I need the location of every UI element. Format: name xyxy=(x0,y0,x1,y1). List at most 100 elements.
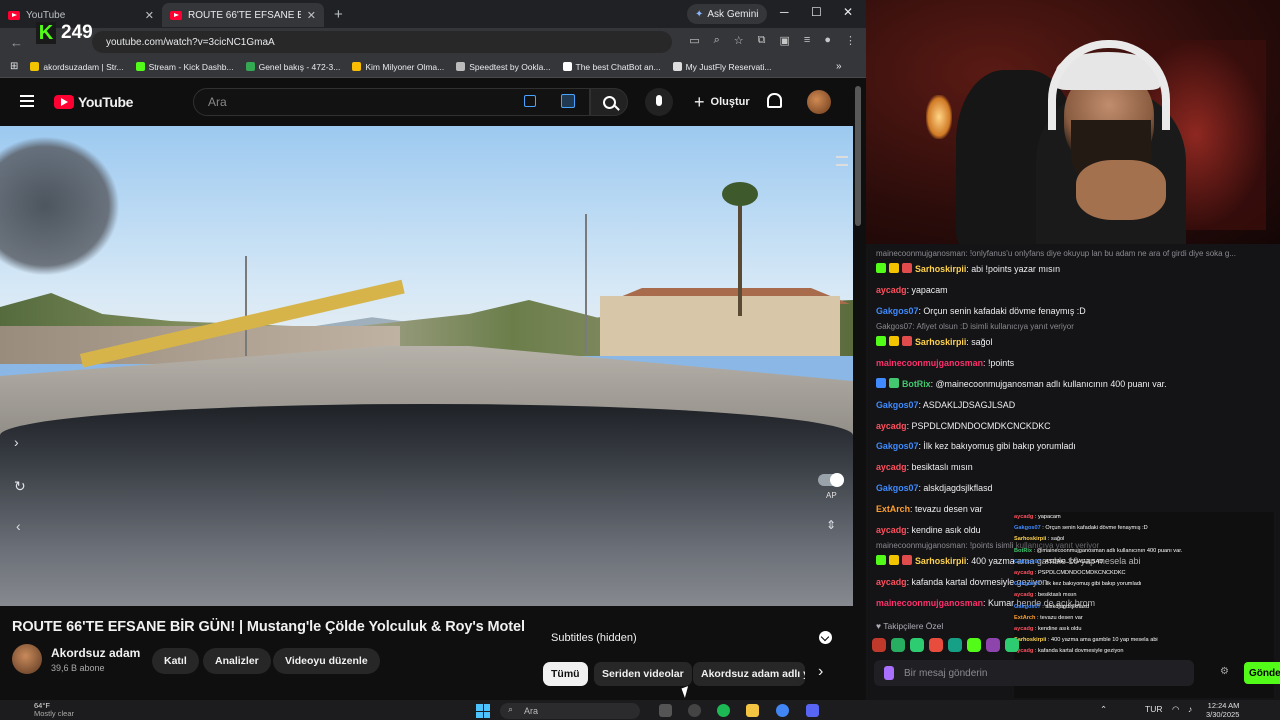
emote-icon[interactable] xyxy=(891,638,905,652)
emote-icon[interactable] xyxy=(910,638,924,652)
chat-username[interactable]: Gakgos07 xyxy=(876,441,918,451)
join-button[interactable]: Katıl xyxy=(152,648,199,674)
bookmark-item[interactable]: Speedtest by Ookla... xyxy=(456,62,551,72)
windows-start-icon[interactable] xyxy=(476,704,490,718)
previous-arrow-icon[interactable]: › xyxy=(14,434,19,450)
translate-icon[interactable] xyxy=(524,95,536,107)
emote-icon[interactable] xyxy=(929,638,943,652)
hamburger-menu-icon[interactable] xyxy=(20,95,34,107)
minimize-icon[interactable]: ─ xyxy=(780,5,789,19)
chat-username[interactable]: BotRix xyxy=(902,379,931,389)
chat-username[interactable]: aycadg xyxy=(876,462,907,472)
subtitles-dropdown[interactable]: Subtitles (hidden) xyxy=(545,626,838,650)
create-button[interactable]: + Oluştur xyxy=(684,88,760,116)
downloads-icon[interactable]: ≡ xyxy=(804,34,810,47)
overlay-chat-line: BotRix : @mainecoonmujganosman adlı kull… xyxy=(1014,546,1274,557)
discord-icon[interactable] xyxy=(806,704,819,717)
taskbar-search-input[interactable]: ⌕ Ara xyxy=(500,703,640,719)
input-language[interactable]: TUR xyxy=(1145,704,1162,714)
tab-video[interactable]: ROUTE 66'TE EFSANE BİR GÜN ✕ xyxy=(162,3,324,27)
wifi-icon[interactable]: ◠ xyxy=(1172,704,1179,715)
emote-icon[interactable] xyxy=(967,638,981,652)
chip-channel[interactable]: Akordsuz adam adlı y xyxy=(693,662,805,686)
maximize-icon[interactable]: ☐ xyxy=(811,5,822,19)
spotify-icon[interactable] xyxy=(717,704,730,717)
chat-username[interactable]: aycadg xyxy=(876,525,907,535)
kebab-menu-icon[interactable]: ⋮ xyxy=(845,34,856,47)
extensions-icon[interactable]: ⧉ xyxy=(758,34,766,47)
chat-username[interactable]: ExtArch xyxy=(876,504,910,514)
chat-username[interactable]: aycadg xyxy=(876,285,907,295)
chat-username[interactable]: mainecoonmujganosman xyxy=(876,358,983,368)
volume-icon[interactable]: ♪ xyxy=(1188,704,1192,714)
settings-gear-icon[interactable]: ⚙ xyxy=(1220,666,1229,677)
system-clock[interactable]: 12:24 AM 3/30/2025 xyxy=(1206,701,1239,719)
bookmark-item[interactable]: The best ChatBot an... xyxy=(562,62,661,72)
analytics-button[interactable]: Analizler xyxy=(203,648,271,674)
cast-icon[interactable]: ▭ xyxy=(689,34,699,47)
notifications-bell-icon[interactable] xyxy=(767,93,782,108)
edit-video-button[interactable]: Videoyu düzenle xyxy=(273,648,380,674)
youtube-logo[interactable]: YouTube xyxy=(54,94,133,110)
sidepanel-icon[interactable]: ▣ xyxy=(780,34,790,47)
ask-gemini-button[interactable]: ✦ Ask Gemini xyxy=(687,4,767,24)
player-menu-icon[interactable] xyxy=(836,156,848,166)
page-scrollbar[interactable] xyxy=(855,86,861,226)
chat-message-input[interactable]: Bir mesaj gönderin xyxy=(874,660,1194,686)
chat-username[interactable]: Gakgos07 xyxy=(876,483,918,493)
expand-icon[interactable]: ⇕ xyxy=(826,518,836,532)
obs-icon[interactable] xyxy=(688,704,701,717)
chrome-icon[interactable] xyxy=(776,704,789,717)
overlay-chat-line: Sarhoskirpii : 400 yazma ama gamble 10 y… xyxy=(1014,635,1274,646)
chat-username[interactable]: aycadg xyxy=(876,421,907,431)
autoplay-toggle[interactable] xyxy=(818,473,844,487)
weather-widget[interactable]: 64°F Mostly clear xyxy=(34,702,74,718)
replay-icon[interactable]: ↻ xyxy=(14,478,26,495)
chat-badge-icon xyxy=(889,555,899,566)
chat-username[interactable]: mainecoonmujganosman xyxy=(876,598,983,608)
keyboard-icon[interactable] xyxy=(561,94,575,108)
bookmark-item[interactable]: Kim Milyoner Olma... xyxy=(352,62,444,72)
chat-username[interactable]: Sarhoskirpii xyxy=(915,556,966,566)
bookmark-item[interactable]: Genel bakış - 472-3... xyxy=(245,62,340,72)
bookmarks-overflow-icon[interactable]: » xyxy=(836,61,842,72)
bookmark-item[interactable]: My JustFly Reservati... xyxy=(672,62,772,72)
zoom-icon[interactable]: ⌕ xyxy=(714,34,720,47)
send-button[interactable]: Gönder xyxy=(1244,662,1280,684)
emote-icon[interactable] xyxy=(1005,638,1019,652)
close-tab-icon[interactable]: ✕ xyxy=(307,9,316,22)
search-button[interactable] xyxy=(590,88,628,116)
chevron-right-icon[interactable]: › xyxy=(818,663,823,681)
profile-icon[interactable]: ● xyxy=(824,34,831,47)
emote-icon[interactable] xyxy=(872,638,886,652)
new-tab-button[interactable]: + xyxy=(324,6,353,23)
video-player[interactable]: › ↻ ‹ AP ⇕ xyxy=(0,126,853,606)
task-view-icon[interactable] xyxy=(659,704,672,717)
chat-mic-icon[interactable] xyxy=(884,666,894,680)
chevron-left-icon[interactable]: ‹ xyxy=(16,518,21,534)
bookmark-item[interactable]: akordsuzadam | Str... xyxy=(30,62,124,72)
channel-avatar[interactable] xyxy=(12,644,42,674)
apps-grid-icon[interactable]: ⊞ xyxy=(10,61,18,72)
emote-icon[interactable] xyxy=(986,638,1000,652)
chat-username[interactable]: Sarhoskirpii xyxy=(915,264,966,274)
file-explorer-icon[interactable] xyxy=(746,704,759,717)
chat-username[interactable]: Sarhoskirpii xyxy=(915,337,966,347)
chat-username[interactable]: Gakgos07 xyxy=(876,306,918,316)
voice-search-icon[interactable] xyxy=(645,88,673,116)
bookmark-item[interactable]: Stream - Kick Dashb... xyxy=(135,62,234,72)
address-bar[interactable]: youtube.com/watch?v=3cicNC1GmaA xyxy=(92,31,672,53)
chip-all[interactable]: Tümü xyxy=(543,662,588,686)
chat-username[interactable]: aycadg xyxy=(876,577,907,587)
overlay-username: Gakgos07 xyxy=(1014,525,1041,532)
close-window-icon[interactable]: ✕ xyxy=(843,5,853,19)
chat-username[interactable]: Gakgos07 xyxy=(876,400,918,410)
chip-series[interactable]: Seriden videolar xyxy=(594,662,692,686)
chat-badge-icon xyxy=(876,336,886,347)
close-tab-icon[interactable]: ✕ xyxy=(145,9,154,22)
bookmark-star-icon[interactable]: ☆ xyxy=(734,34,744,47)
account-avatar[interactable] xyxy=(807,90,831,114)
channel-name[interactable]: Akordsuz adam xyxy=(51,646,140,660)
tray-overflow-icon[interactable]: ⌃ xyxy=(1100,704,1107,715)
emote-icon[interactable] xyxy=(948,638,962,652)
